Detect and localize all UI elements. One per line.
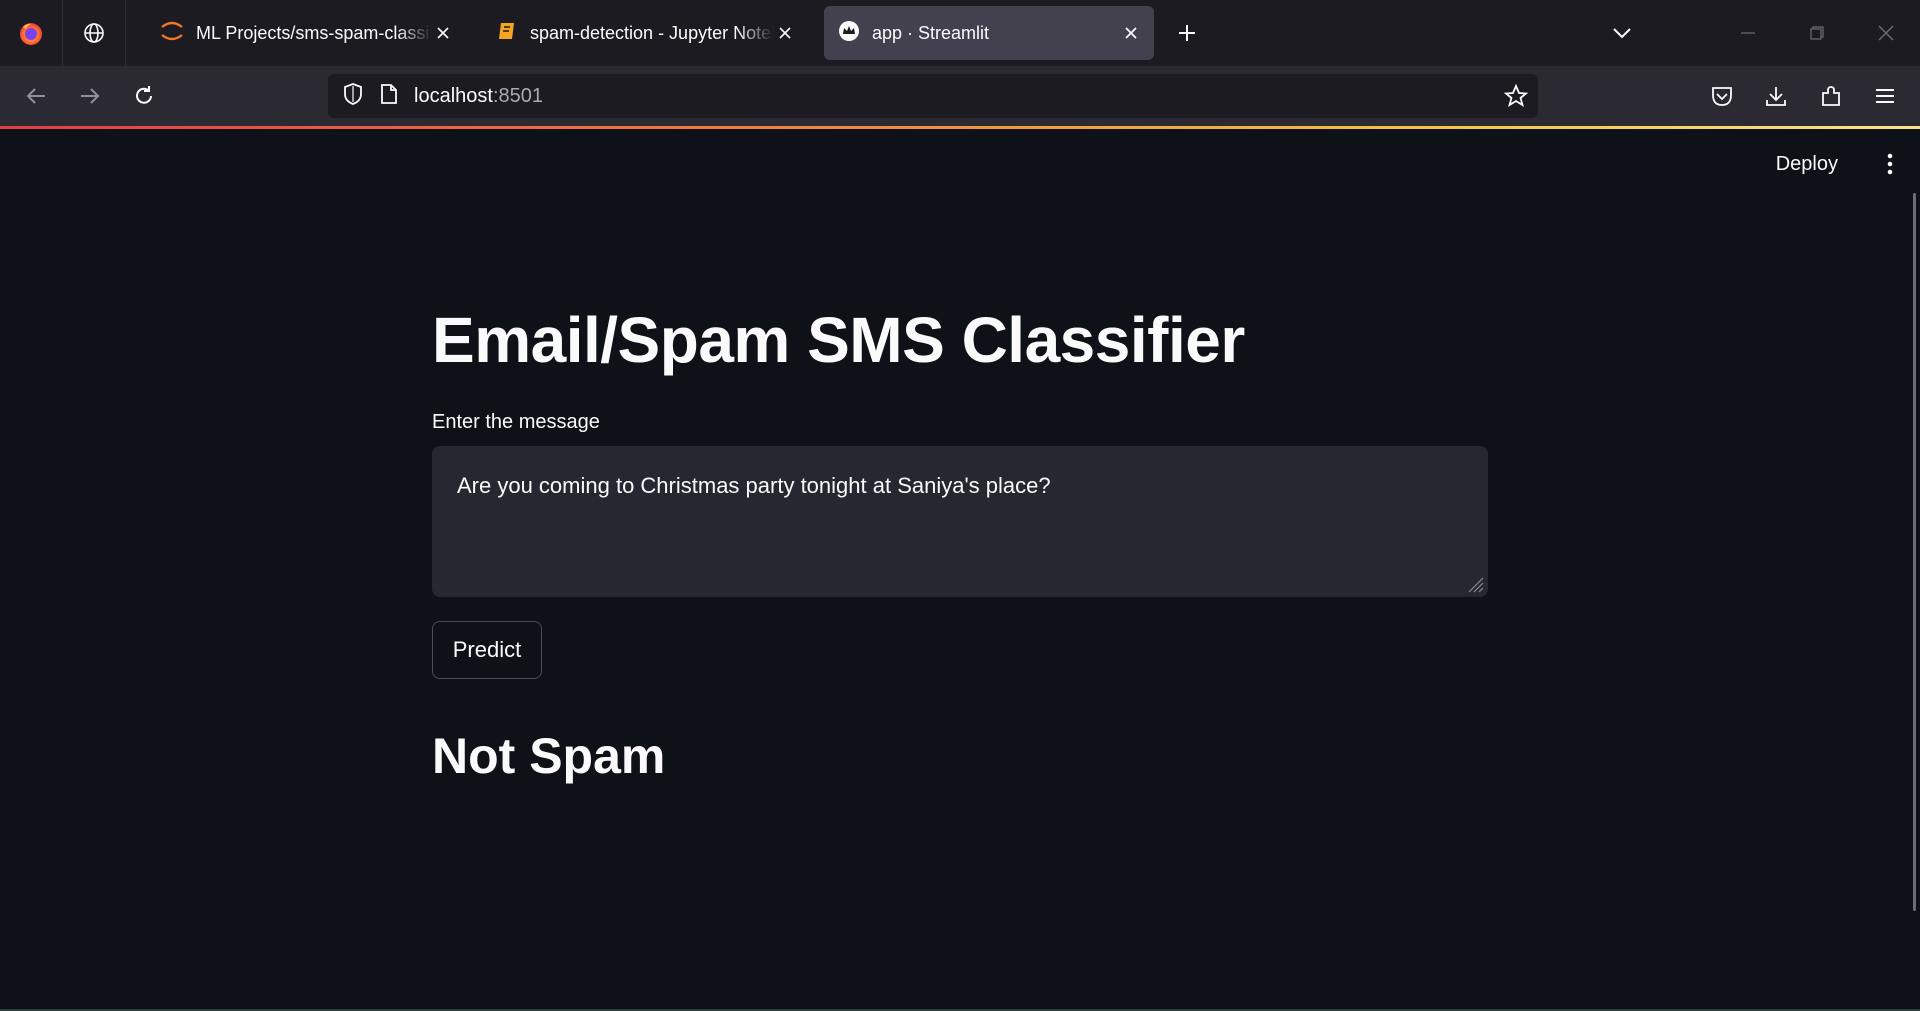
tab-title: app · Streamlit bbox=[872, 22, 990, 43]
prediction-result: Not Spam bbox=[432, 728, 666, 784]
close-icon[interactable] bbox=[432, 22, 454, 44]
predict-button[interactable]: Predict bbox=[432, 621, 542, 679]
tab-title: ML Projects/sms-spam-classifier bbox=[196, 22, 432, 43]
notebook-icon bbox=[496, 20, 518, 47]
page-title: Email/Spam SMS Classifier bbox=[432, 304, 1245, 376]
back-button[interactable] bbox=[16, 76, 56, 116]
message-textarea[interactable]: Are you coming to Christmas party tonigh… bbox=[432, 446, 1488, 597]
pocket-icon[interactable] bbox=[1702, 76, 1742, 116]
main-menu-icon[interactable] bbox=[1878, 149, 1902, 179]
streamlit-app: Deploy Email/Spam SMS Classifier Enter t… bbox=[0, 129, 1920, 1011]
menu-hamburger-icon[interactable] bbox=[1865, 76, 1905, 116]
jupyter-icon bbox=[160, 20, 184, 47]
message-text: Are you coming to Christmas party tonigh… bbox=[457, 473, 1051, 498]
shield-icon[interactable] bbox=[342, 82, 364, 111]
firefox-logo-icon[interactable] bbox=[0, 0, 62, 66]
tab-spam-detection[interactable]: spam-detection - Jupyter Notebook bbox=[482, 6, 808, 60]
page-icon[interactable] bbox=[380, 83, 398, 110]
url-host: localhost bbox=[414, 84, 493, 107]
close-icon[interactable] bbox=[774, 22, 796, 44]
scrollbar[interactable] bbox=[1913, 193, 1916, 911]
list-all-tabs-button[interactable] bbox=[1605, 16, 1639, 50]
close-window-button[interactable] bbox=[1869, 16, 1903, 50]
streamlit-crown-icon bbox=[838, 20, 860, 47]
forward-button[interactable] bbox=[70, 76, 110, 116]
resize-handle-icon[interactable] bbox=[1465, 574, 1485, 594]
downloads-icon[interactable] bbox=[1756, 76, 1796, 116]
reload-button[interactable] bbox=[124, 76, 164, 116]
browser-tab-bar: ML Projects/sms-spam-classifier spam-det… bbox=[0, 0, 1920, 66]
browser-nav-bar: localhost:8501 bbox=[0, 66, 1920, 126]
url-text[interactable]: localhost:8501 bbox=[414, 85, 543, 108]
tab-title: spam-detection - Jupyter Notebook bbox=[530, 22, 774, 43]
close-icon[interactable] bbox=[1120, 22, 1142, 44]
tab-bar-divider bbox=[125, 0, 126, 66]
bookmark-star-icon[interactable] bbox=[1503, 83, 1529, 113]
minimize-button[interactable] bbox=[1731, 16, 1765, 50]
extensions-icon[interactable] bbox=[1811, 76, 1851, 116]
restore-button[interactable] bbox=[1800, 16, 1834, 50]
deploy-button[interactable]: Deploy bbox=[1768, 149, 1846, 180]
message-label: Enter the message bbox=[432, 411, 600, 433]
url-bar[interactable]: localhost:8501 bbox=[328, 74, 1538, 118]
tab-ml-projects[interactable]: ML Projects/sms-spam-classifier bbox=[146, 6, 466, 60]
tab-streamlit-app[interactable]: app · Streamlit bbox=[824, 6, 1154, 60]
globe-icon[interactable] bbox=[63, 0, 125, 66]
new-tab-button[interactable] bbox=[1170, 16, 1204, 50]
url-port: :8501 bbox=[492, 84, 543, 107]
